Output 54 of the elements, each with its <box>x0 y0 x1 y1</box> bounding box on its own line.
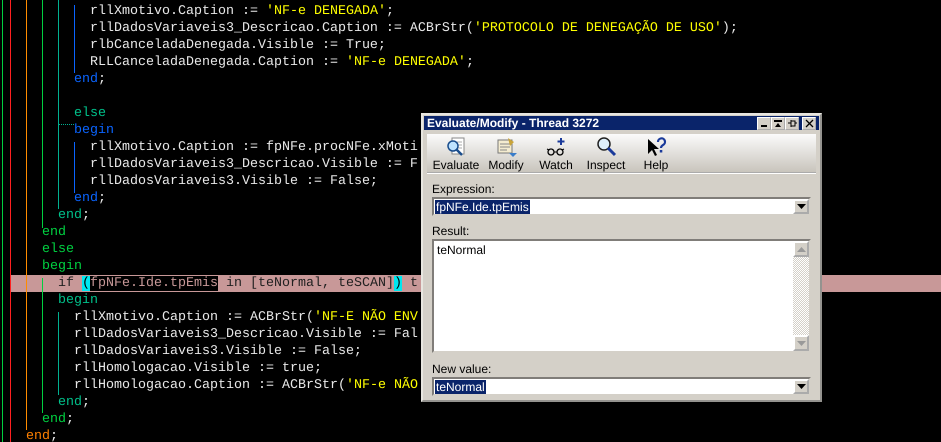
close-button[interactable] <box>802 116 816 130</box>
code-line: rllDadosVariaveis3.Visible := False; <box>90 174 378 189</box>
field-label: Result: <box>432 224 470 238</box>
inspect-button[interactable]: Inspect <box>581 134 631 172</box>
caret-icon <box>796 384 806 389</box>
minimize-icon <box>761 124 767 126</box>
code-line: rllHomologacao.Caption := ACBrStr('NF-e NÃO <box>74 378 418 393</box>
code-line: end; <box>42 412 74 427</box>
dropdown-button[interactable] <box>793 379 809 394</box>
code-line: rllDadosVariaveis3_Descricao.Visible := F <box>90 157 418 172</box>
dock-button[interactable] <box>771 116 785 130</box>
code-line: end; <box>26 429 58 442</box>
code-line: rllDadosVariaveis3.Visible := False; <box>74 344 362 359</box>
code-line: begin <box>42 259 82 274</box>
code-line: rllHomologacao.Visible := true; <box>74 361 322 376</box>
modify-button[interactable]: Modify <box>481 134 531 172</box>
help-pointer-icon <box>645 136 667 158</box>
code-line: else <box>42 242 74 257</box>
window-title: Evaluate/Modify - Thread 3272 <box>427 116 600 130</box>
minimize-button[interactable] <box>757 116 771 130</box>
code-line: end; <box>74 191 106 206</box>
expression-field[interactable]: fpNFe.Ide.tpEmis <box>432 197 811 216</box>
code-line: end <box>42 225 66 240</box>
search-icon <box>595 136 617 158</box>
code-line: rlbCanceladaDenegada.Visible := True; <box>90 38 386 53</box>
glasses-plus-icon <box>545 136 567 158</box>
field-label: New value: <box>432 362 492 376</box>
code-line: rllDadosVariaveis3_Descricao.Caption := ACBrStr('PROTOCOLO DE DENEGAÇÃO DE USO'); <box>90 21 738 36</box>
pin-icon <box>788 118 796 128</box>
code-line: rllXmotivo.Caption := 'NF-e DENEGADA'; <box>90 4 394 19</box>
code-line: rllXmotivo.Caption := ACBrStr('NF-E NÃO ENV <box>74 310 418 325</box>
dock-icon <box>774 118 782 128</box>
code-line: rllDadosVariaveis3_Descricao.Visible := Fal <box>74 327 418 342</box>
document-edit-icon <box>495 136 517 158</box>
scroll-bar[interactable] <box>793 241 809 351</box>
code-line: begin <box>58 293 98 308</box>
code-line: rllXmotivo.Caption := fpNFe.procNFe.xMoti <box>90 140 418 155</box>
caret-icon <box>796 204 806 209</box>
watch-button[interactable]: Watch <box>531 134 581 172</box>
evaluate-button[interactable]: Evaluate <box>431 134 481 172</box>
pin-button[interactable] <box>785 116 799 130</box>
code-line: end; <box>58 395 90 410</box>
field-label: Expression: <box>432 182 496 196</box>
dropdown-button[interactable] <box>793 199 809 214</box>
code-line: RLLCanceladaDenegada.Caption := 'NF-e DENEGADA'; <box>90 55 474 70</box>
code-line: end; <box>74 72 106 87</box>
code-line: if (fpNFe.Ide.tpEmis in [teNormal, teSCAN]) t <box>58 276 418 291</box>
code-line: begin <box>74 123 114 138</box>
new-value-field[interactable]: teNormal <box>432 377 811 396</box>
close-icon <box>804 118 814 128</box>
result-box: teNormal <box>432 239 811 353</box>
help-button[interactable]: Help <box>631 134 681 172</box>
code-line: end; <box>58 208 90 223</box>
code-line: else <box>74 106 106 121</box>
